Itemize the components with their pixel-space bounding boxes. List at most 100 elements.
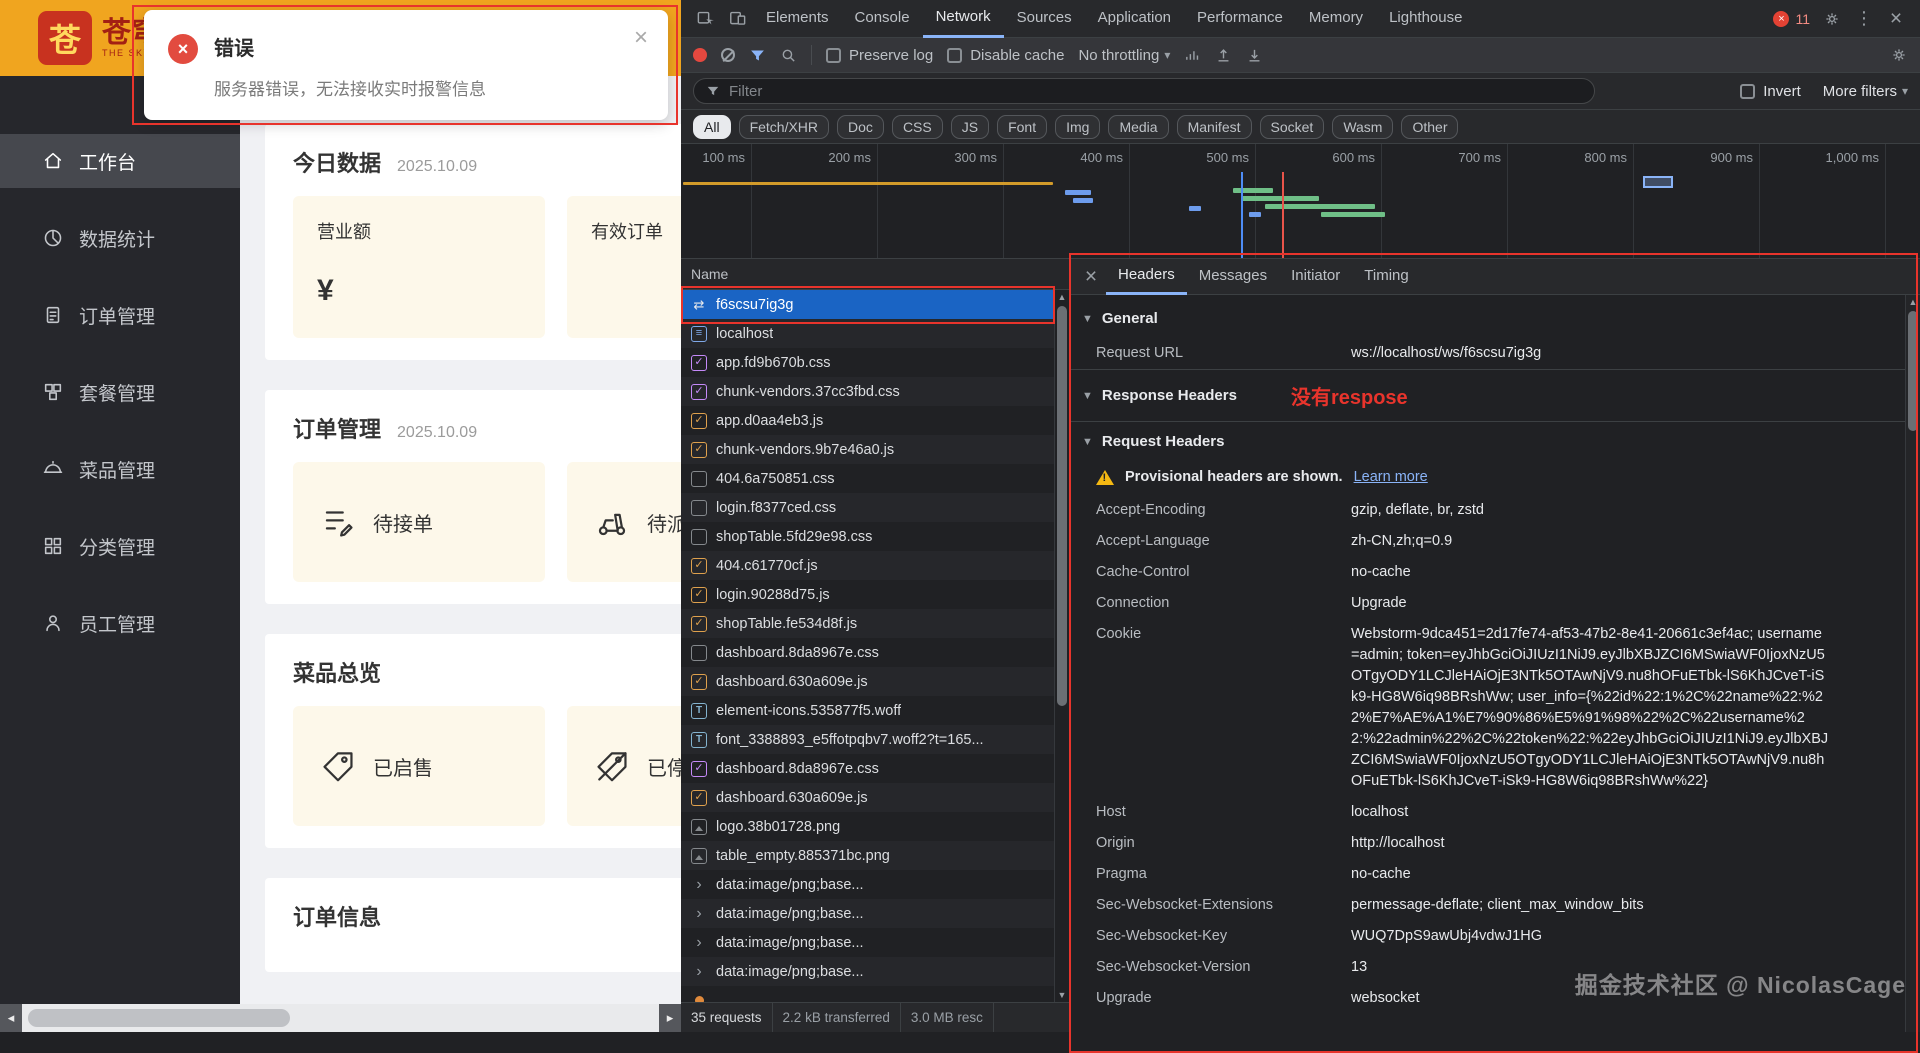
disable-cache-checkbox[interactable]: Disable cache [947, 47, 1064, 64]
request-row[interactable]: Telement-icons.535877f5.woff [681, 696, 1069, 725]
request-row[interactable]: ›data:image/png;base... [681, 928, 1069, 957]
tab-console[interactable]: Console [842, 0, 923, 38]
details-tab-initiator[interactable]: Initiator [1279, 259, 1352, 295]
tab-network[interactable]: Network [923, 0, 1004, 38]
sidebar-item-订单管理[interactable]: 订单管理 [0, 288, 240, 342]
tab-sources[interactable]: Sources [1004, 0, 1085, 38]
stat-card[interactable]: 已启售 [293, 706, 545, 826]
request-row[interactable]: logo.38b01728.png [681, 812, 1069, 841]
request-row[interactable]: ✓dashboard.8da8967e.css [681, 754, 1069, 783]
scrollbar-thumb[interactable] [1057, 306, 1067, 706]
request-row[interactable]: ⇄f6scsu7ig3g [681, 290, 1069, 319]
device-toolbar-icon[interactable] [721, 0, 753, 38]
request-row[interactable]: ≡localhost [681, 319, 1069, 348]
kebab-menu-icon[interactable]: ⋮ [1848, 0, 1880, 38]
invert-checkbox[interactable]: Invert [1740, 83, 1801, 100]
more-filters-dropdown[interactable]: More filters ▾ [1823, 83, 1908, 100]
request-row[interactable]: ›data:image/png;base... [681, 899, 1069, 928]
preserve-log-checkbox[interactable]: Preserve log [826, 47, 933, 64]
tab-performance[interactable]: Performance [1184, 0, 1296, 38]
sidebar-item-数据统计[interactable]: 数据统计 [0, 211, 240, 265]
stat-card[interactable]: 待接单 [293, 462, 545, 582]
font-file-icon: T [691, 703, 707, 719]
sidebar-item-分类管理[interactable]: 分类管理 [0, 519, 240, 573]
throttling-dropdown[interactable]: No throttling ▾ [1078, 47, 1170, 64]
request-row[interactable]: ✓app.d0aa4eb3.js [681, 406, 1069, 435]
network-filter-input[interactable] [729, 83, 1582, 100]
filter-toggle-icon[interactable] [749, 47, 766, 64]
general-section-header[interactable]: ▼ General [1070, 299, 1905, 338]
filter-chip-all[interactable]: All [693, 115, 731, 139]
filter-chip-js[interactable]: JS [951, 115, 989, 139]
request-row[interactable]: ›data:image/png;base... [681, 957, 1069, 986]
scrollbar-thumb[interactable] [1908, 311, 1918, 431]
learn-more-link[interactable]: Learn more [1354, 469, 1428, 485]
request-row[interactable]: ✓chunk-vendors.37cc3fbd.css [681, 377, 1069, 406]
request-row[interactable]: ✓dashboard.630a609e.js [681, 667, 1069, 696]
request-row[interactable]: ✓app.fd9b670b.css [681, 348, 1069, 377]
request-row[interactable]: table_empty.885371bc.png [681, 841, 1069, 870]
response-headers-section-header[interactable]: ▼ Response Headers 没有respose [1070, 369, 1905, 421]
filter-chip-fetch-xhr[interactable]: Fetch/XHR [739, 115, 829, 139]
network-filter-field[interactable] [693, 78, 1595, 104]
request-row[interactable]: ›data:image/png;base... [681, 870, 1069, 899]
search-icon[interactable] [780, 47, 797, 64]
sidebar-item-套餐管理[interactable]: 套餐管理 [0, 365, 240, 419]
devtools-settings-gear-icon[interactable] [1816, 0, 1848, 38]
request-row[interactable]: login.f8377ced.css [681, 493, 1069, 522]
request-row[interactable] [681, 986, 1069, 1002]
filter-chip-wasm[interactable]: Wasm [1332, 115, 1393, 139]
network-settings-gear-icon[interactable] [1890, 46, 1908, 64]
request-row[interactable]: ✓shopTable.fe534d8f.js [681, 609, 1069, 638]
request-row[interactable]: Tfont_3388893_e5ffotpqbv7.woff2?t=165... [681, 725, 1069, 754]
filter-chip-other[interactable]: Other [1401, 115, 1458, 139]
tab-memory[interactable]: Memory [1296, 0, 1376, 38]
scroll-down-icon[interactable]: ▼ [1055, 990, 1069, 1000]
filter-chip-font[interactable]: Font [997, 115, 1047, 139]
request-list-scrollbar[interactable]: ▲ ▼ [1054, 290, 1069, 1002]
request-row[interactable]: shopTable.5fd29e98.css [681, 522, 1069, 551]
details-tab-headers[interactable]: Headers [1106, 259, 1187, 295]
filter-chip-media[interactable]: Media [1108, 115, 1168, 139]
filter-chip-doc[interactable]: Doc [837, 115, 884, 139]
network-conditions-icon[interactable] [1184, 47, 1201, 64]
scroll-left-button[interactable]: ◂ [0, 1004, 22, 1032]
export-har-icon[interactable] [1246, 47, 1263, 64]
tab-lighthouse[interactable]: Lighthouse [1376, 0, 1475, 38]
scroll-right-button[interactable]: ▸ [659, 1004, 681, 1032]
console-error-badge[interactable]: × 11 [1767, 11, 1816, 27]
clear-network-log-icon[interactable] [721, 48, 735, 62]
horizontal-scrollbar-thumb[interactable] [28, 1009, 290, 1027]
filter-chip-css[interactable]: CSS [892, 115, 943, 139]
request-row[interactable]: 404.6a750851.css [681, 464, 1069, 493]
record-network-log-button[interactable] [693, 48, 707, 62]
request-headers-section-header[interactable]: ▼ Request Headers [1070, 421, 1905, 461]
details-tab-messages[interactable]: Messages [1187, 259, 1279, 295]
inspect-element-icon[interactable] [689, 0, 721, 38]
sidebar-item-工作台[interactable]: 工作台 [0, 134, 240, 188]
scroll-up-icon[interactable]: ▲ [1055, 292, 1069, 302]
tab-application[interactable]: Application [1085, 0, 1184, 38]
request-row[interactable]: ✓404.c61770cf.js [681, 551, 1069, 580]
stat-card[interactable]: 营业额¥ [293, 196, 545, 338]
filter-chip-img[interactable]: Img [1055, 115, 1100, 139]
request-row[interactable]: ✓login.90288d75.js [681, 580, 1069, 609]
sidebar-item-员工管理[interactable]: 员工管理 [0, 596, 240, 650]
scroll-up-icon[interactable]: ▲ [1906, 297, 1920, 307]
network-overview-timeline[interactable]: 100 ms200 ms300 ms400 ms500 ms600 ms700 … [681, 144, 1920, 259]
horizontal-scrollbar[interactable]: ◂ ▸ [0, 1004, 681, 1032]
close-devtools-icon[interactable]: × [1880, 0, 1912, 38]
request-row[interactable]: ✓dashboard.630a609e.js [681, 783, 1069, 812]
filter-chip-socket[interactable]: Socket [1260, 115, 1325, 139]
import-har-icon[interactable] [1215, 47, 1232, 64]
details-scrollbar[interactable]: ▲ [1905, 295, 1920, 1032]
close-details-icon[interactable]: × [1076, 265, 1106, 289]
sidebar-item-菜品管理[interactable]: 菜品管理 [0, 442, 240, 496]
request-row[interactable]: ✓chunk-vendors.9b7e46a0.js [681, 435, 1069, 464]
request-row[interactable]: dashboard.8da8967e.css [681, 638, 1069, 667]
toast-close-icon[interactable]: × [634, 26, 648, 50]
name-column-header[interactable]: Name [681, 259, 1069, 290]
details-tab-timing[interactable]: Timing [1352, 259, 1420, 295]
filter-chip-manifest[interactable]: Manifest [1177, 115, 1252, 139]
tab-elements[interactable]: Elements [753, 0, 842, 38]
